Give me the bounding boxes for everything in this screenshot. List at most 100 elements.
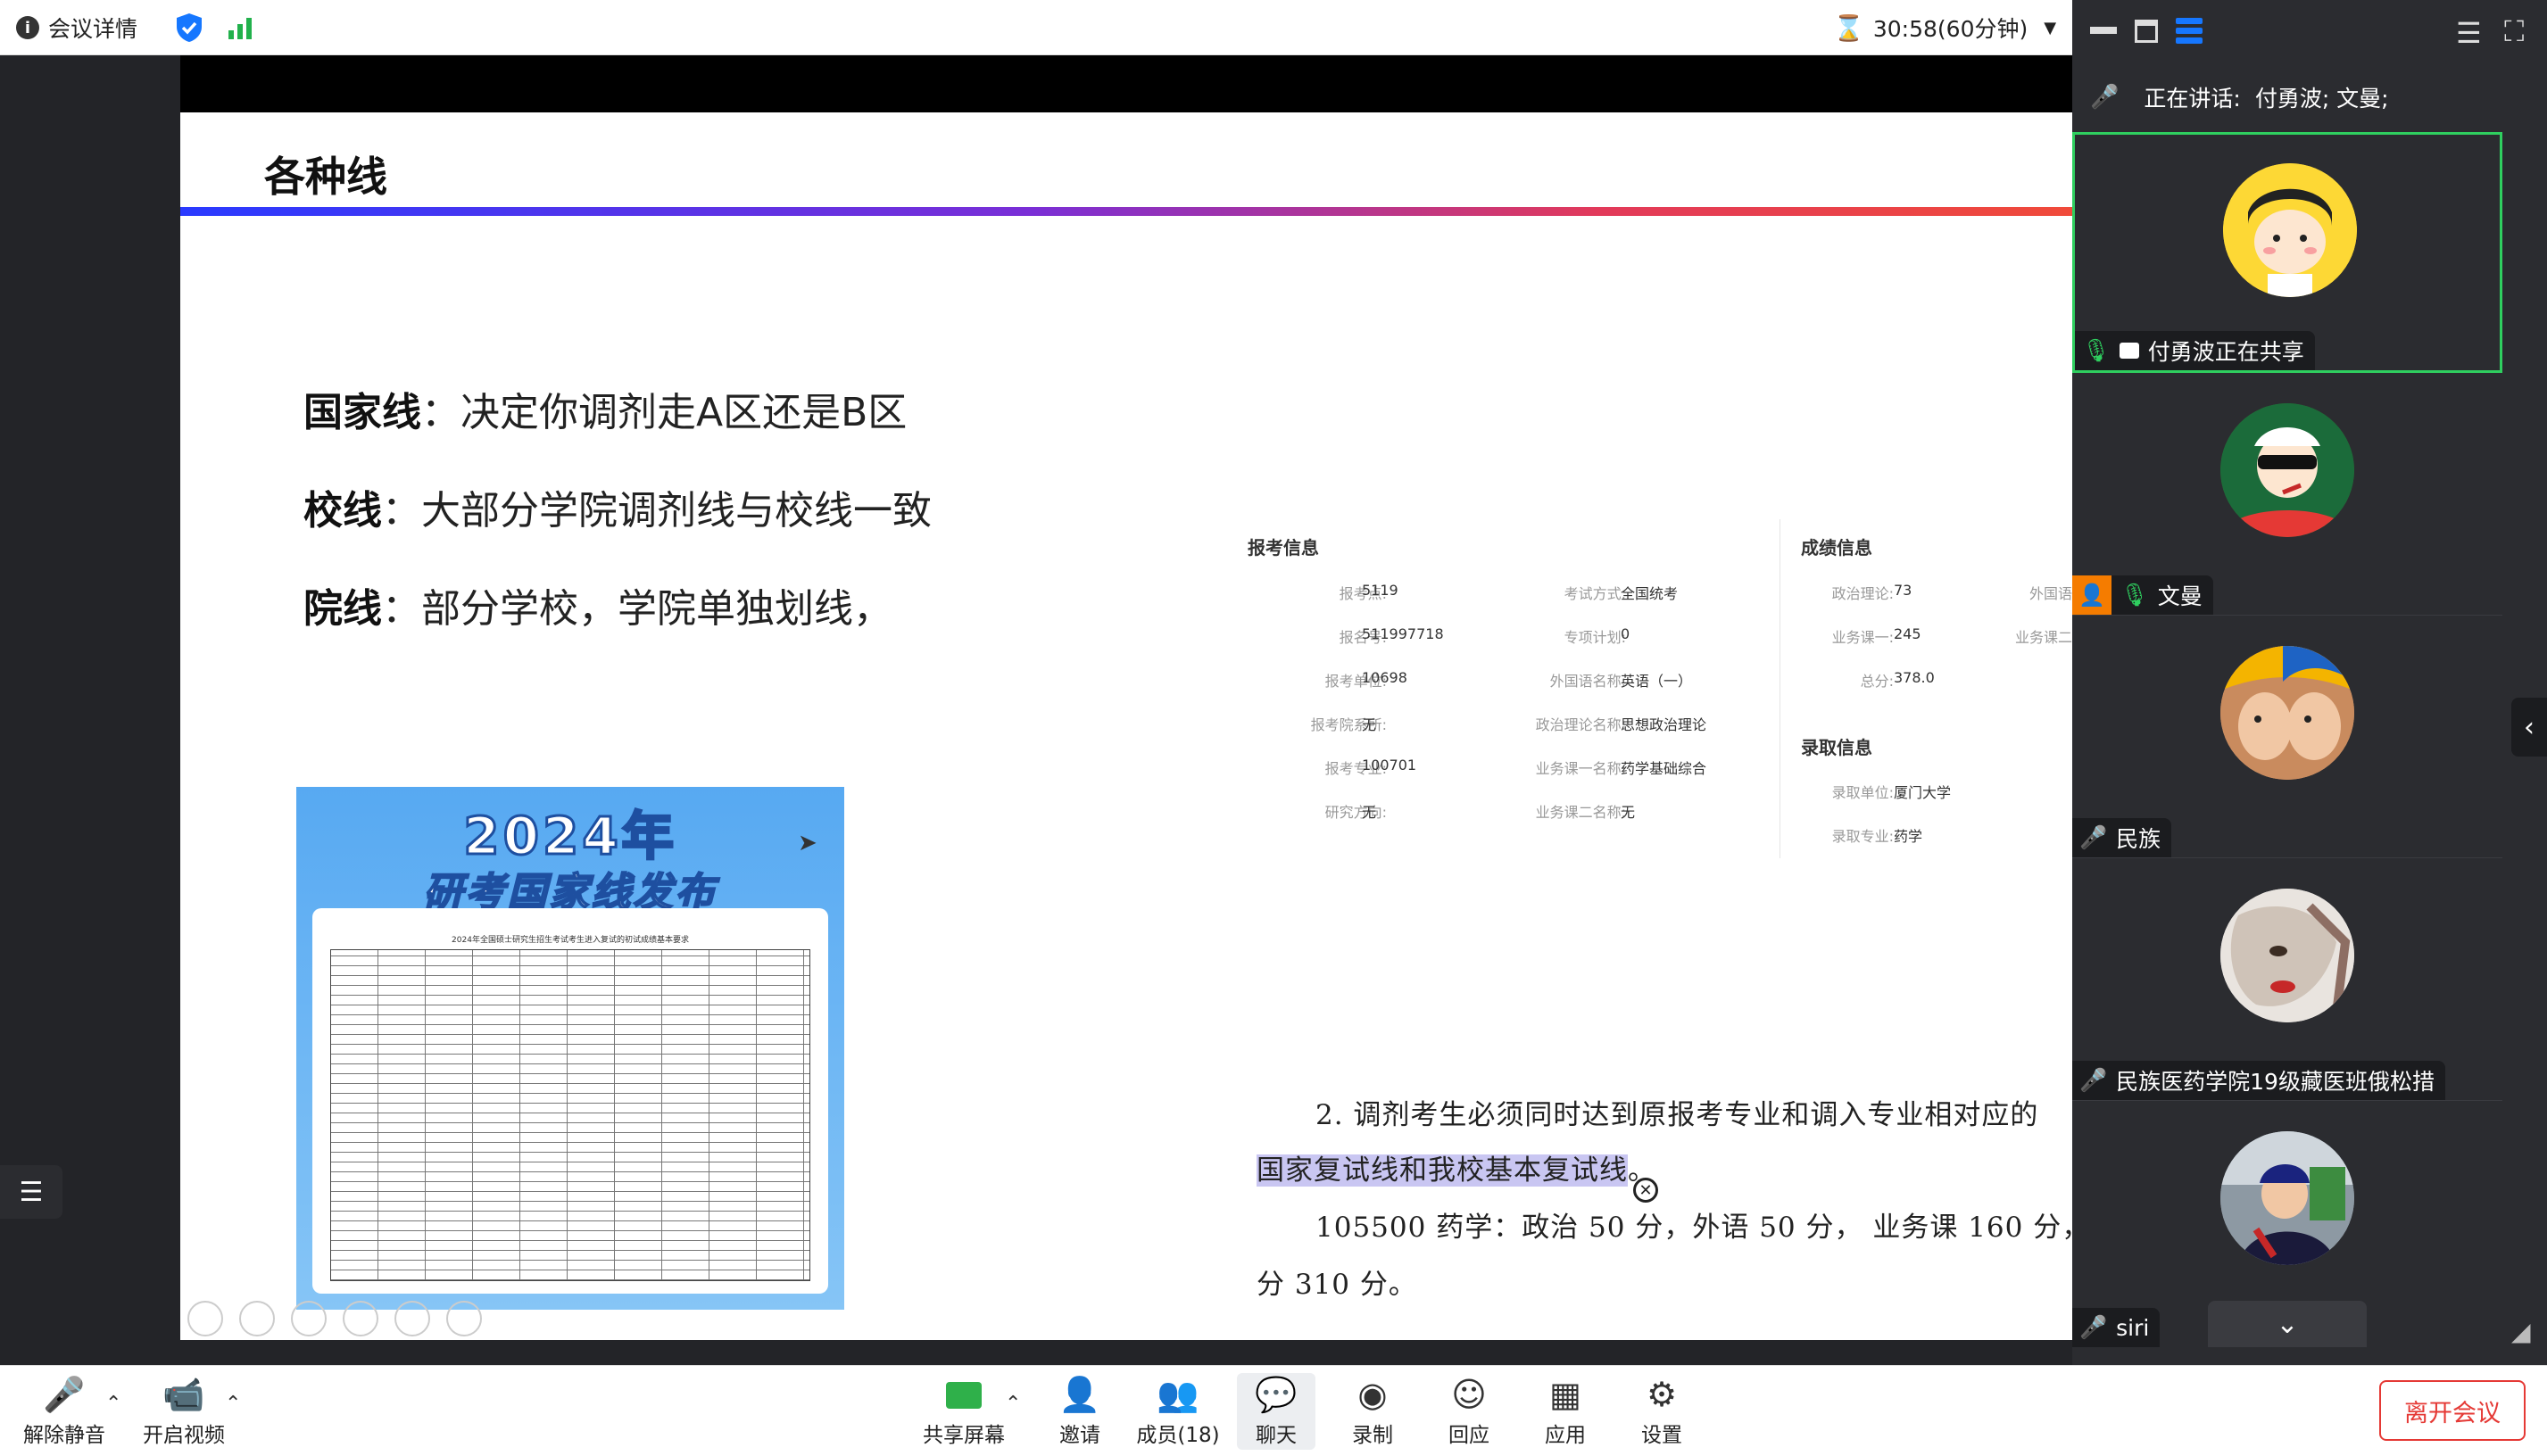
participant-panel: ☰ ⛶ 🎤 正在讲话: 付勇波; 文曼; 🎙 付勇波正在共享 👤 🎙 文曼 🎤 …: [2072, 0, 2547, 1365]
line-desc: ：大部分学院调剂线与校线一致: [382, 488, 932, 534]
resize-handle-icon[interactable]: ◢: [2511, 1317, 2531, 1346]
chevron-down-icon: ▼: [2044, 18, 2057, 37]
info-value: 10698: [1362, 669, 1407, 686]
meeting-info-button[interactable]: i 会议详情: [16, 0, 137, 55]
list-view-icon[interactable]: ☰: [2456, 16, 2482, 50]
reactions-button[interactable]: ☺ 回应: [1433, 1366, 1505, 1456]
members-button[interactable]: 👥 成员(18): [1130, 1366, 1226, 1456]
window-icon[interactable]: [2135, 20, 2158, 43]
screen-share-icon: [2119, 343, 2139, 359]
section-admit-info: 录取信息: [1801, 737, 1872, 758]
info-value: 378.0: [1894, 669, 1935, 686]
info-value: 无: [1362, 716, 1377, 733]
info-value: 73: [1894, 582, 1912, 599]
record-label: 录制: [1352, 1424, 1393, 1447]
chat-button[interactable]: 💬 聊天: [1237, 1373, 1315, 1450]
info-value: 245: [1894, 625, 1921, 642]
chat-label: 聊天: [1256, 1424, 1297, 1447]
info-value: 全国统考: [1621, 585, 1679, 602]
invite-button[interactable]: 👤 邀请: [1044, 1366, 1116, 1456]
info-label: 业务课一名称:: [1535, 760, 1626, 777]
speaking-label: 正在讲话:: [2144, 86, 2241, 112]
invite-label: 邀请: [1059, 1424, 1100, 1447]
info-label: 专项计划:: [1564, 629, 1626, 646]
participant-name: 民族医药学院19级藏医班俄松措: [2116, 1069, 2435, 1095]
participant-tile[interactable]: 🎙 付勇波正在共享: [2072, 132, 2502, 373]
info-value: 5119: [1362, 582, 1398, 599]
reaction-icon: ☺: [1451, 1375, 1487, 1414]
doc-paragraph: 分 310 分。: [1257, 1269, 1417, 1301]
info-value: 厦门大学: [1894, 784, 1952, 801]
info-label-cut: 外国语: [2029, 585, 2072, 602]
collapse-panel-button[interactable]: ‹: [2511, 698, 2547, 757]
share-screen-button[interactable]: 共享屏幕: [919, 1366, 1008, 1456]
meeting-info-label: 会议详情: [48, 16, 138, 42]
doc-paragraph: 2. 调剂考生必须同时达到原报考专业和调入专业相对应的: [1315, 1099, 2039, 1131]
video-options-caret-icon[interactable]: ⌃: [225, 1393, 241, 1415]
invite-icon: 👤: [1058, 1375, 1101, 1414]
avatar: [2220, 403, 2354, 537]
share-options-caret-icon[interactable]: ⌃: [1005, 1393, 1021, 1415]
leave-meeting-button[interactable]: 离开会议: [2379, 1380, 2526, 1441]
bottom-toolbar: 🎤 解除静音 ⌃ 📹 开启视频 ⌃ 共享屏幕 ⌃ 👤 邀请 👥 成员(18) 💬…: [0, 1365, 2547, 1456]
close-annotation-icon[interactable]: ✕: [1633, 1178, 1658, 1203]
participant-namebar: 👤 🎙 文曼: [2072, 575, 2213, 615]
info-label: 政治理论:: [1831, 585, 1894, 602]
start-video-label: 开启视频: [143, 1424, 225, 1447]
slide-title: 各种线: [264, 153, 387, 201]
members-icon: 👥: [1157, 1375, 1199, 1414]
members-label: 成员(18): [1136, 1424, 1220, 1447]
highlighted-text: 国家复试线和我校基本复试线: [1257, 1154, 1628, 1187]
security-shield-icon[interactable]: [175, 0, 203, 55]
more-icon[interactable]: [446, 1301, 482, 1336]
line-term: 院线: [303, 586, 382, 632]
doc-paragraph: 105500 药学：政治 50 分，外语 50 分， 业务课 160 分，总: [1315, 1212, 2072, 1244]
chevron-down-icon: ⌄: [2276, 1308, 2299, 1340]
info-icon: i: [16, 16, 39, 39]
avatar: [2220, 1131, 2354, 1265]
speaker-view-icon[interactable]: [2176, 18, 2203, 45]
record-button[interactable]: ◉ 录制: [1337, 1366, 1408, 1456]
muted-mic-icon: 🎤: [2079, 1067, 2108, 1093]
avatar: [2220, 889, 2354, 1022]
settings-button[interactable]: ⚙ 设置: [1626, 1366, 1697, 1456]
muted-mic-icon: 🎤: [2079, 824, 2108, 850]
chevron-left-icon: ‹: [2524, 711, 2535, 743]
zoom-icon[interactable]: [394, 1301, 430, 1336]
line-college: 院线：部分学校，学院单独划线，: [303, 576, 892, 633]
start-video-button[interactable]: 📹 开启视频: [139, 1366, 228, 1456]
copy-icon[interactable]: [343, 1301, 378, 1336]
gear-icon: ⚙: [1646, 1375, 1678, 1414]
video-off-icon: 📹: [162, 1375, 205, 1414]
scroll-down-button[interactable]: ⌄: [2208, 1301, 2367, 1347]
chat-icon: 💬: [1255, 1375, 1298, 1414]
host-person-icon: 👤: [2072, 575, 2111, 615]
audio-options-caret-icon[interactable]: ⌃: [105, 1393, 121, 1415]
list-menu-icon[interactable]: ☰: [0, 1165, 62, 1219]
line-term: 国家线: [303, 390, 421, 435]
meeting-timer[interactable]: ⌛ 30:58(60分钟) ▼: [1833, 0, 2056, 55]
pen-icon[interactable]: [291, 1301, 327, 1336]
participant-tile[interactable]: 🎤 民族: [2072, 617, 2502, 858]
speaking-names: 付勇波; 文曼;: [2254, 86, 2389, 112]
unmute-button[interactable]: 🎤 解除静音: [20, 1366, 109, 1456]
signal-strength-icon[interactable]: [227, 0, 253, 55]
poster-score-table: [330, 949, 810, 1281]
participant-namebar: 🎤 民族医药学院19级藏医班俄松措: [2072, 1061, 2445, 1100]
poster-document: 2024年全国硕士研究生招生考试考生进入复试的初试成绩基本要求: [312, 908, 828, 1294]
settings-label: 设置: [1641, 1424, 1682, 1447]
fullscreen-icon[interactable]: ⛶: [2504, 14, 2524, 49]
participant-tile[interactable]: 🎤 民族医药学院19级藏医班俄松措: [2072, 860, 2502, 1101]
top-bar: i 会议详情 ⌛ 30:58(60分钟) ▼: [0, 0, 2072, 55]
prev-page-icon[interactable]: [187, 1301, 223, 1336]
next-page-icon[interactable]: [239, 1301, 275, 1336]
apps-button[interactable]: ▦ 应用: [1530, 1366, 1601, 1456]
info-value: 思想政治理论: [1621, 716, 1707, 733]
minimize-icon[interactable]: [2090, 27, 2117, 34]
mic-active-icon: 🎙: [2082, 337, 2111, 363]
info-label: 业务课二名称:: [1535, 804, 1626, 821]
slide-top-band: [180, 55, 2072, 112]
timer-text: 30:58(60分钟): [1872, 16, 2028, 42]
participant-tile[interactable]: 👤 🎙 文曼: [2072, 375, 2502, 616]
panel-header: ☰ ⛶: [2072, 0, 2547, 64]
